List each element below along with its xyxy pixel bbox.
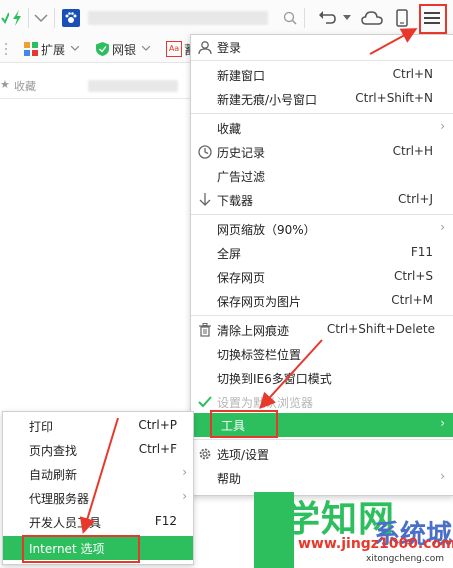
watermark: 学知网 系统城 www.jingz1000.com xitongcheng.co…	[254, 492, 453, 568]
arrow-to-tools	[259, 339, 323, 409]
annotation-arrows	[79, 28, 418, 534]
watermark-url1: www.jingz1000.com	[298, 536, 453, 552]
arrow-to-menu	[369, 28, 418, 55]
arrow-to-internet-options	[79, 417, 119, 534]
watermark-url2: xitongcheng.com	[366, 554, 444, 564]
